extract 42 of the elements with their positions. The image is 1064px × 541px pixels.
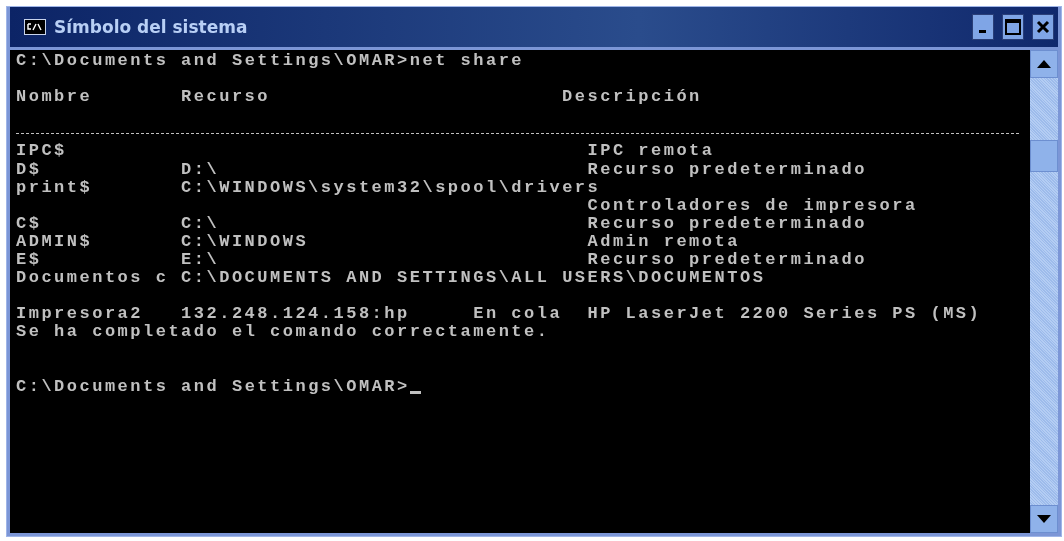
share-name: C$ xyxy=(16,214,43,233)
share-name: E$ xyxy=(16,251,43,270)
share-resource: C:\ xyxy=(181,214,221,233)
close-button[interactable] xyxy=(1032,14,1054,40)
share-name: Impresora2 xyxy=(16,305,145,324)
maximize-button[interactable] xyxy=(1002,14,1024,40)
window-title: Símbolo del sistema xyxy=(54,17,249,37)
column-header: Recurso xyxy=(181,88,271,107)
minimize-button[interactable] xyxy=(972,14,994,40)
column-header: Descripción xyxy=(562,88,702,107)
scroll-thumb[interactable] xyxy=(1030,140,1058,172)
command-line: C:\Documents and Settings\OMAR>net share xyxy=(16,52,525,71)
share-resource: E:\ xyxy=(181,251,221,270)
share-description: Recurso predeterminado xyxy=(587,160,867,179)
share-name: ADMIN$ xyxy=(16,232,94,252)
close-icon[interactable] xyxy=(1036,20,1050,34)
share-description: IPC remota xyxy=(587,142,715,161)
share-resource: C:\WINDOWS xyxy=(181,232,310,252)
scroll-down-button[interactable] xyxy=(1030,505,1058,533)
status-message: Se ha completado el comando correctamente. xyxy=(16,323,550,342)
command-prompt: C:\Documents and Settings\OMAR> xyxy=(16,377,410,396)
share-description: Recurso predeterminado xyxy=(587,214,867,233)
share-name: D$ xyxy=(16,160,43,179)
share-type: En cola xyxy=(473,305,564,324)
scroll-up-button[interactable] xyxy=(1030,50,1058,78)
share-description: Recurso predeterminado xyxy=(587,251,867,270)
share-resource: C:\WINDOWS\system32\spool\drivers xyxy=(181,178,601,197)
share-description: HP LaserJet 2200 Series PS (MS) xyxy=(587,305,982,324)
share-resource: D:\ xyxy=(181,160,221,179)
share-name: print$ xyxy=(16,178,94,197)
share-description-continued: Controladores de impresora xyxy=(587,196,918,215)
share-name: IPC$ xyxy=(16,142,68,161)
share-resource: C:\DOCUMENTS AND SETTINGS\ALL USERS\DOCUMENTOS xyxy=(181,269,766,288)
share-name: Documentos c xyxy=(16,269,170,288)
down-arrow-icon[interactable] xyxy=(1037,515,1051,523)
share-description: Admin remota xyxy=(587,232,740,252)
console-icon xyxy=(24,19,46,35)
column-header: Nombre xyxy=(16,88,94,107)
up-arrow-icon[interactable] xyxy=(1037,60,1051,68)
maximize-icon[interactable] xyxy=(1005,19,1021,35)
scrollbar[interactable] xyxy=(1030,50,1058,533)
share-resource: 132.248.124.158:hp xyxy=(181,305,411,324)
